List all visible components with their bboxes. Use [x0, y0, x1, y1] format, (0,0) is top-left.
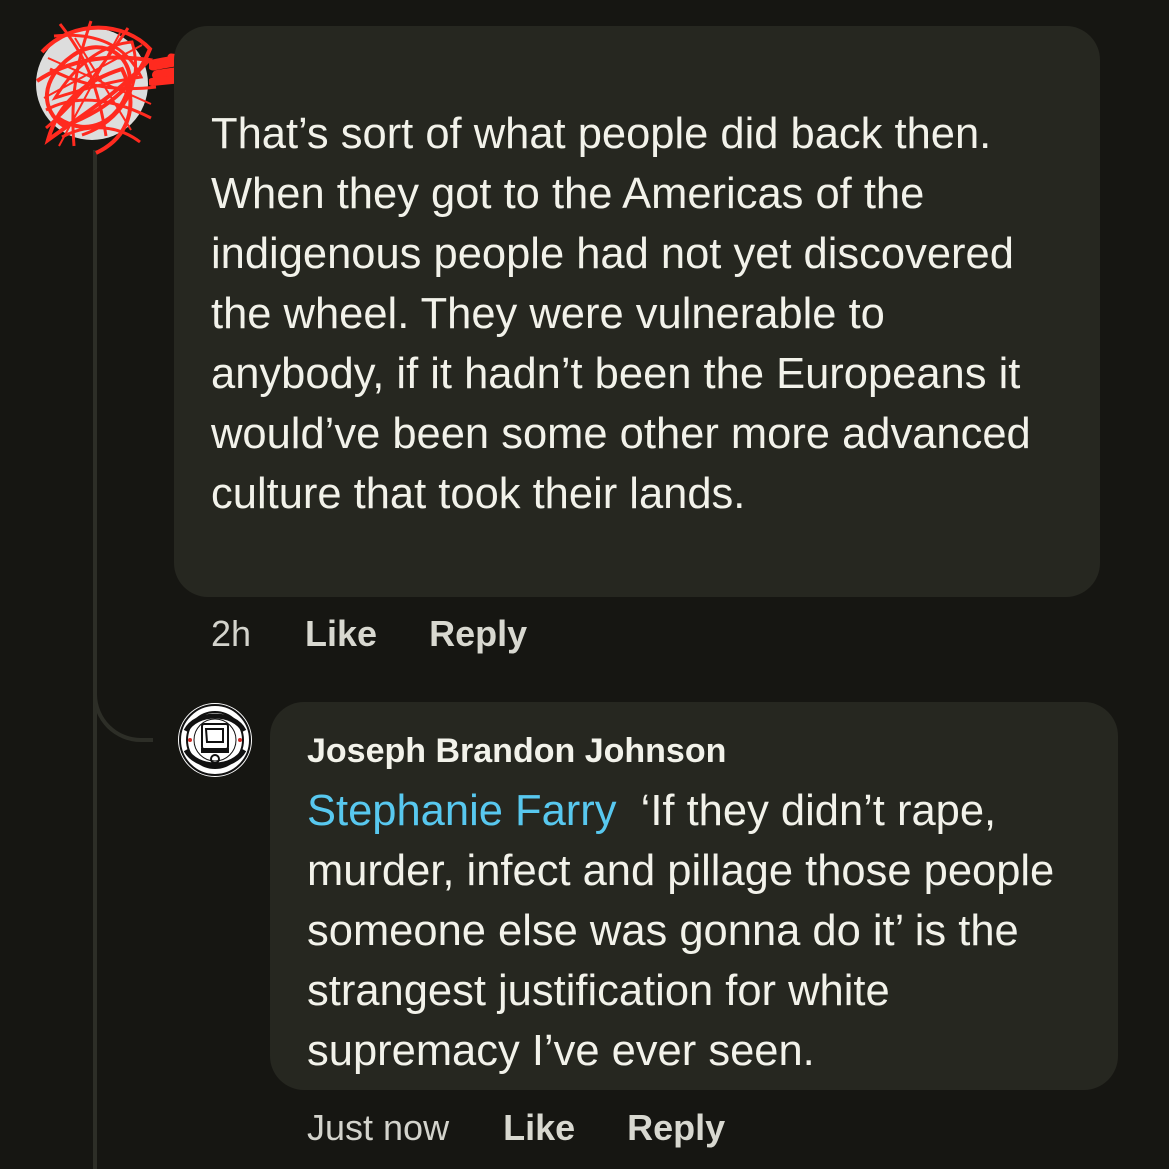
comment-text: That’s sort of what people did back then… [211, 110, 1031, 518]
reply-like-button[interactable]: Like [503, 1106, 575, 1150]
like-button[interactable]: Like [305, 612, 377, 656]
comment-timestamp: 2h [211, 613, 252, 654]
comment-actions: 2h Like Reply [211, 612, 579, 656]
comment-bubble: That’s sort of what people did back then… [174, 26, 1100, 597]
reply-actions: Just now Like Reply [307, 1106, 777, 1150]
redacted-avatar[interactable] [35, 20, 157, 155]
reply-comment-bubble: Joseph Brandon Johnson Stephanie Farry ‘… [270, 702, 1118, 1090]
reply-reply-button[interactable]: Reply [627, 1106, 725, 1150]
circular-logo-avatar-icon [179, 704, 251, 776]
joseph-brandon-johnson-avatar[interactable] [178, 703, 252, 777]
redaction-scribble-icon [35, 20, 157, 155]
reply-text-block: Stephanie Farry ‘If they didn’t rape, mu… [307, 781, 1086, 1081]
reply-branch-line [93, 660, 153, 742]
user-mention[interactable]: Stephanie Farry [307, 787, 617, 835]
reply-button[interactable]: Reply [429, 612, 527, 656]
comment-author[interactable]: Joseph Brandon Johnson [307, 729, 1086, 773]
reply-timestamp: Just now [307, 1107, 450, 1148]
